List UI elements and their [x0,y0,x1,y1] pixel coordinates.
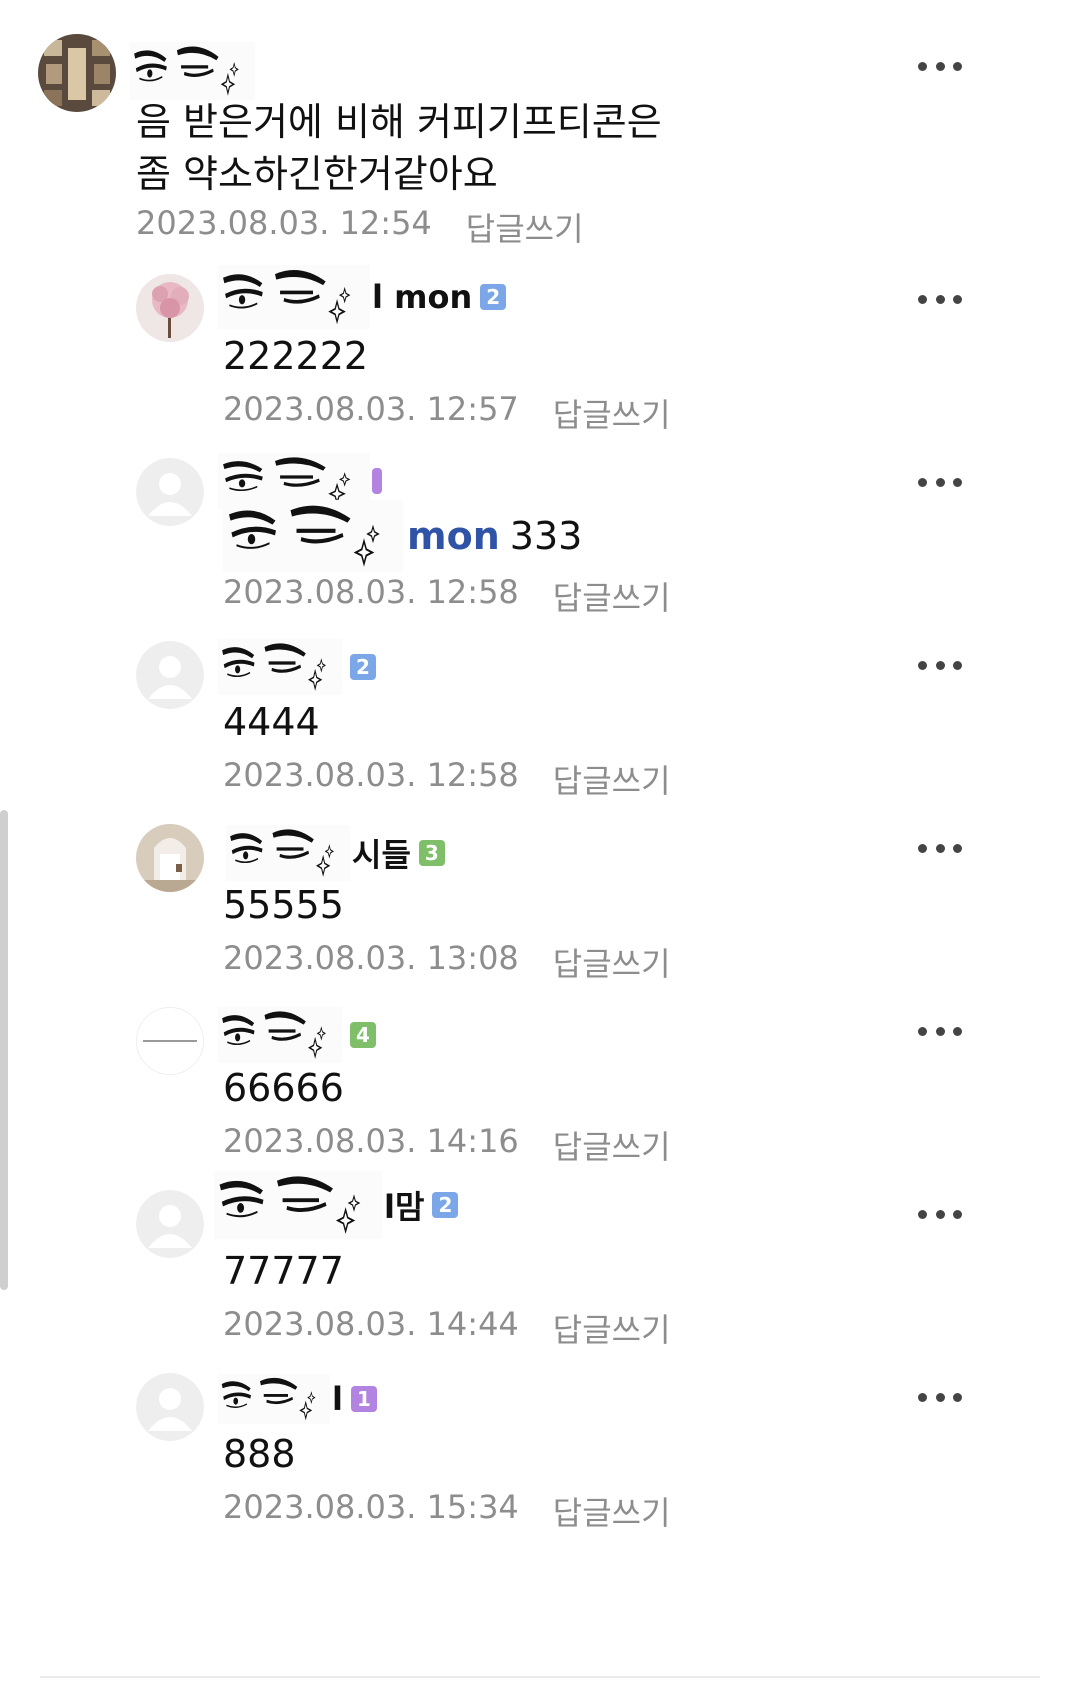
comment-text: 4444 [223,700,320,744]
level-badge: 3 [418,840,445,866]
comment-meta: 2023.08.03. 15:34 답글쓰기 [223,1488,671,1534]
comment-meta: 2023.08.03. 14:16 답글쓰기 [223,1122,671,1168]
comment-text: mon 333 [223,500,582,572]
comment-date: 2023.08.03. 12:58 [223,573,519,611]
avatar[interactable] [136,824,204,892]
avatar[interactable] [38,34,116,112]
reply-button[interactable]: 답글쓰기 [553,939,671,985]
censor-sticker [223,500,403,572]
comment-text: 음 받은거에 비해 커피기프티콘은 좀 약소하긴한거같아요 [136,100,662,196]
more-icon[interactable] [918,1023,962,1039]
scrollbar[interactable] [0,810,8,1290]
more-icon[interactable] [918,58,962,74]
comment-date: 2023.08.03. 14:44 [223,1305,519,1343]
reply-button[interactable]: 답글쓰기 [553,1305,671,1351]
more-icon[interactable] [918,657,962,673]
censor-sticker [218,265,370,329]
comment-text: 222222 [223,334,369,378]
avatar-icon [137,1008,203,1074]
comment-text: 55555 [223,883,344,927]
default-avatar-icon [136,458,204,526]
comment-meta: 2023.08.03. 12:58 답글쓰기 [223,573,671,619]
more-icon[interactable] [918,840,962,856]
comment-date: 2023.08.03. 12:58 [223,756,519,794]
comment-text: 77777 [223,1249,344,1293]
comment-meta: 2023.08.03. 12:57 답글쓰기 [223,390,671,436]
reply-button[interactable]: 답글쓰기 [553,756,671,802]
censor-sticker [130,42,255,100]
avatar[interactable] [136,1190,204,1258]
censor-sticker [218,1007,342,1063]
more-icon[interactable] [918,1389,962,1405]
comment-meta: 2023.08.03. 12:54 답글쓰기 [136,204,584,250]
reply-button[interactable]: 답글쓰기 [553,1122,671,1168]
nickname-suffix: l맘 [384,1188,425,1226]
level-badge: 2 [480,284,507,310]
comment-body: 333 [509,514,583,558]
avatar[interactable] [136,641,204,709]
comment-date: 2023.08.03. 12:54 [136,204,432,242]
avatar[interactable] [136,1373,204,1441]
nickname-suffix: l mon [372,278,473,316]
nickname[interactable]: l맘 2 [214,1170,459,1240]
comment-meta: 2023.08.03. 14:44 답글쓰기 [223,1305,671,1351]
avatar-icon [136,274,204,342]
nickname[interactable]: 4 [218,1000,376,1070]
comment-date: 2023.08.03. 14:16 [223,1122,519,1160]
divider [40,1676,1040,1678]
censor-sticker [218,1374,330,1424]
nickname[interactable]: l 1 [218,1364,377,1434]
nickname-suffix: 시들 [352,836,411,874]
more-icon[interactable] [918,291,962,307]
reply-button[interactable]: 답글쓰기 [553,573,671,619]
nickname[interactable]: 시들 3 [226,818,445,888]
comment-meta: 2023.08.03. 12:58 답글쓰기 [223,756,671,802]
censor-sticker [218,639,342,695]
reply-button[interactable]: 답글쓰기 [466,204,584,250]
avatar-icon [136,824,204,892]
censor-sticker [226,825,350,881]
comment-date: 2023.08.03. 12:57 [223,390,519,428]
avatar-icon [38,34,116,112]
level-badge: 2 [432,1192,459,1218]
default-avatar-icon [136,1373,204,1441]
avatar[interactable] [136,274,204,342]
comment-text: 888 [223,1432,296,1476]
level-badge: 1 [350,1386,377,1412]
level-badge: 2 [350,654,376,680]
nickname[interactable]: 2 [218,632,376,702]
comment-date: 2023.08.03. 15:34 [223,1488,519,1526]
nickname[interactable]: l mon 2 [218,262,507,332]
comment-text: 66666 [223,1066,344,1110]
censor-sticker [214,1171,382,1239]
more-icon[interactable] [918,474,962,490]
default-avatar-icon [136,1190,204,1258]
avatar[interactable] [136,1007,204,1075]
mention-link[interactable]: mon [407,510,500,562]
reply-button[interactable]: 답글쓰기 [553,1488,671,1534]
comment-meta: 2023.08.03. 13:08 답글쓰기 [223,939,671,985]
reply-button[interactable]: 답글쓰기 [553,390,671,436]
level-badge [372,468,382,494]
nickname-suffix: l [332,1380,343,1418]
comment-date: 2023.08.03. 13:08 [223,939,519,977]
level-badge: 4 [350,1022,376,1048]
avatar[interactable] [136,458,204,526]
default-avatar-icon [136,641,204,709]
more-icon[interactable] [918,1206,962,1222]
